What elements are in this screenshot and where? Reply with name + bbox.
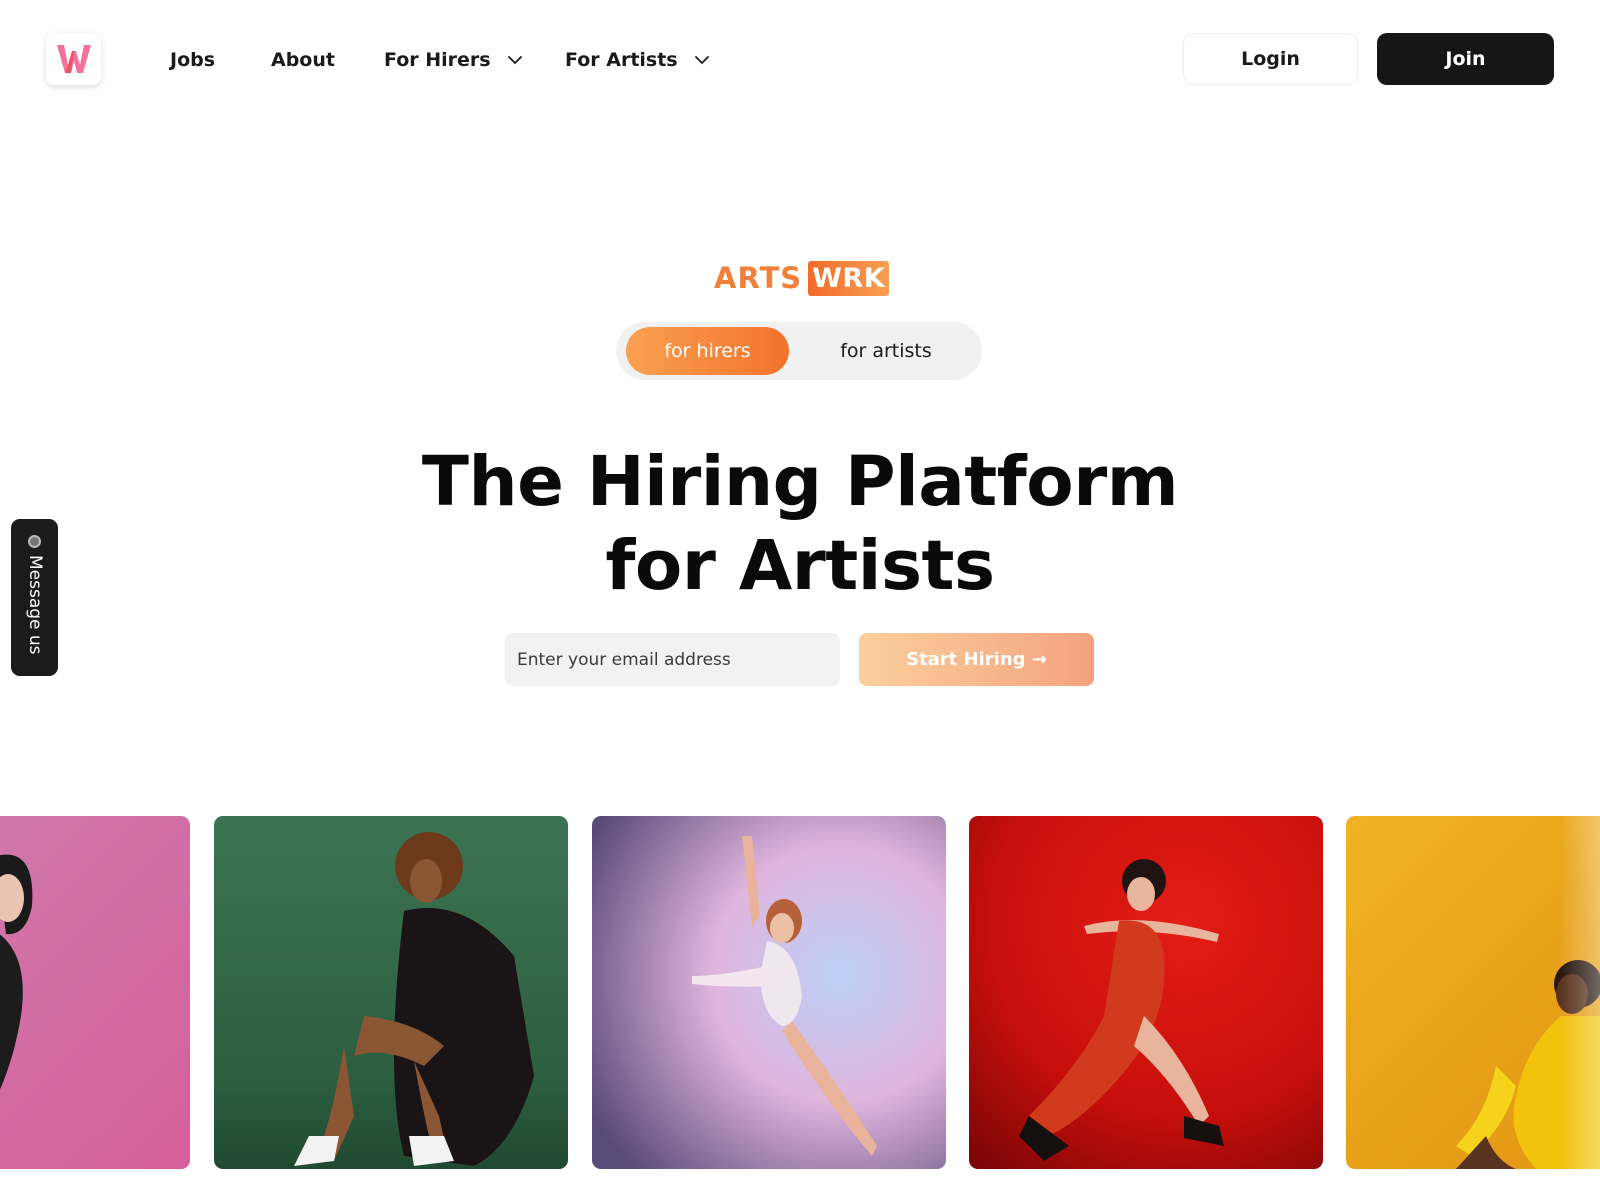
site-header: Jobs About For Hirers For Artists Login … [0,0,1600,120]
photo-card-lilac[interactable] [592,816,946,1169]
artist-photo-gallery [0,816,1600,1191]
photo-card-pink[interactable] [0,816,190,1169]
hero-headline-line1: The Hiring Platform [421,442,1179,522]
nav-about[interactable]: About [271,46,335,74]
audience-toggle: for hirers for artists [616,322,982,380]
status-dot-icon [28,535,41,548]
nav-for-artists[interactable]: For Artists [565,46,710,74]
gallery-fade-overlay [1560,816,1600,1191]
w-logo-icon[interactable] [46,33,101,85]
nav-jobs-label: Jobs [170,49,216,71]
start-hiring-button[interactable]: Start Hiring → [859,633,1094,686]
chevron-down-icon [507,55,523,65]
email-input[interactable] [505,633,840,686]
hero-headline: The Hiring Platform for Artists [300,440,1300,608]
hero-headline-line2: for Artists [605,526,995,606]
photo-card-red[interactable] [969,816,1323,1169]
photo-card-green[interactable] [214,816,568,1169]
nav-for-hirers[interactable]: For Hirers [384,46,523,74]
nav-jobs[interactable]: Jobs [170,46,215,74]
toggle-for-hirers[interactable]: for hirers [626,327,789,375]
toggle-for-artists[interactable]: for artists [802,327,970,375]
login-button[interactable]: Login [1183,33,1358,85]
nav-for-artists-label: For Artists [565,49,678,71]
join-button[interactable]: Join [1377,33,1554,85]
brand-arts-text: ARTS [714,261,803,295]
message-us-tab[interactable]: Message us [11,519,58,676]
artswrk-brand-logo: ARTS WRK [714,260,890,296]
nav-for-hirers-label: For Hirers [384,49,491,71]
chevron-down-icon [694,55,710,65]
brand-wrk-text: WRK [808,260,890,296]
message-us-label: Message us [25,555,45,655]
nav-about-label: About [271,49,335,71]
